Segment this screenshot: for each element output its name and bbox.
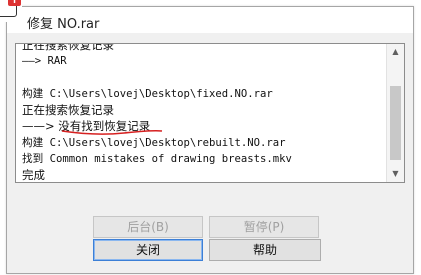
title-bar: 修复 NO.rar xyxy=(7,7,413,33)
log-line: ——> 没有找到恢复记录 xyxy=(22,119,151,134)
log-line: 构建 C:\Users\lovej\Desktop\rebuilt.NO.rar xyxy=(22,136,286,149)
scroll-thumb[interactable] xyxy=(390,86,401,160)
close-button[interactable]: 关闭 xyxy=(93,239,203,261)
scroll-up-arrow-icon[interactable]: ▲ xyxy=(387,44,404,60)
window-title: 修复 NO.rar xyxy=(27,17,100,32)
background-button[interactable]: 后台(B) xyxy=(93,216,203,238)
help-button[interactable]: 帮助 xyxy=(209,239,321,261)
log-line: 正在搜索恢复记录 xyxy=(22,103,114,118)
winrar-repair-icon: + xyxy=(0,0,22,22)
log-line: ——> RAR xyxy=(22,55,67,68)
log-line: 找到 Common mistakes of drawing breasts.mk… xyxy=(22,153,292,166)
pause-button[interactable]: 暂停(P) xyxy=(209,216,319,238)
scroll-down-arrow-icon[interactable]: ▼ xyxy=(387,166,404,182)
log-line: 构建 C:\Users\lovej\Desktop\fixed.NO.rar xyxy=(22,87,273,100)
repair-dialog: 修复 NO.rar 正在搜索恢复记录 ——> RAR 构建 C:\Users\lov… xyxy=(6,6,414,274)
log-line: 正在搜索恢复记录 xyxy=(22,43,114,52)
log-scrollbar[interactable]: ▲ ▼ xyxy=(386,44,404,182)
log-lines: 正在搜索恢复记录 ——> RAR 构建 C:\Users\lovej\Desktop… xyxy=(22,43,386,183)
log-panel[interactable]: 正在搜索恢复记录 ——> RAR 构建 C:\Users\lovej\Desktop… xyxy=(15,43,405,183)
log-line: 完成 xyxy=(22,168,45,183)
